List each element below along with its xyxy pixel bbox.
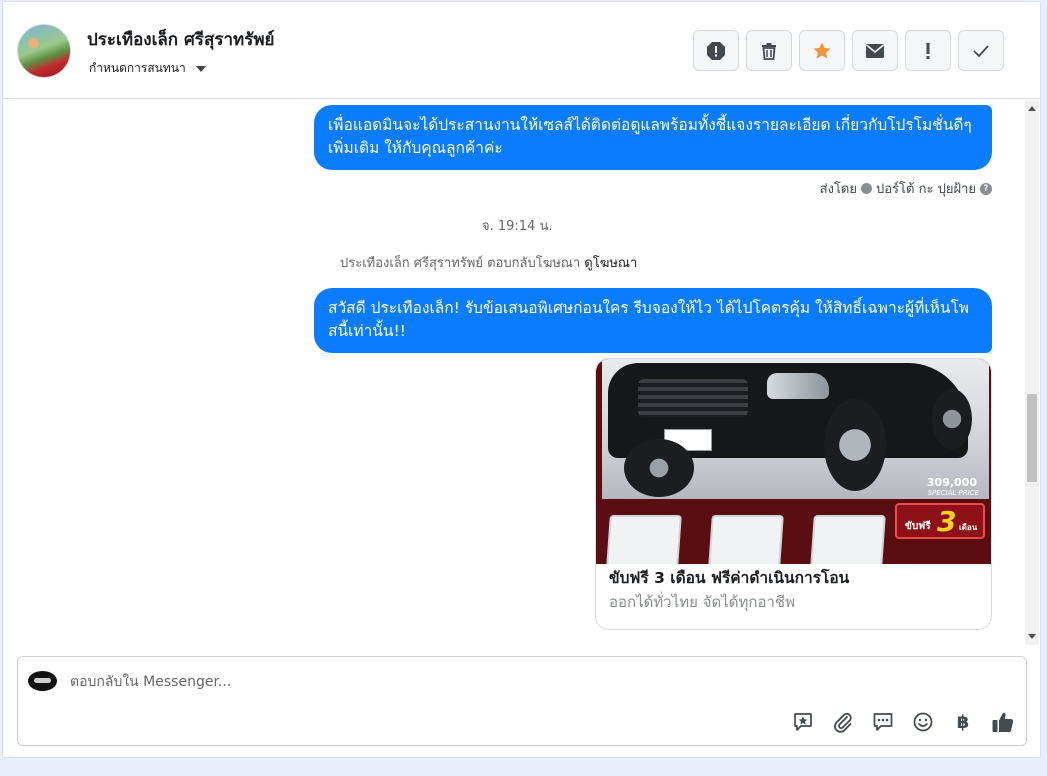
help-icon[interactable]: ?: [980, 182, 992, 195]
sent-by-info: ส่งโดย ปอร์โต้ กะ ปุยฝ้าย ?: [820, 178, 992, 199]
sent-by-prefix: ส่งโดย: [819, 182, 857, 197]
emoji-button[interactable]: [910, 709, 936, 735]
ad-promo-badge: ขับฟรี 3 เดือน: [895, 503, 985, 539]
follow-up-button[interactable]: [905, 30, 951, 71]
sent-by-name: ปอร์โต้ กะ ปุยฝ้าย: [876, 182, 976, 197]
message-timestamp: จ. 19:14 น.: [482, 219, 553, 234]
ad-reply-note: ประเทืองเล็ก ศรีสุราทรัพย์ ตอบกลับโฆษณาด…: [340, 252, 637, 273]
scroll-up-arrow-icon[interactable]: [1028, 106, 1036, 111]
conversation-header: ประเทืองเล็ก ศรีสุราทรัพย์ กำหนดการสนทนา: [3, 2, 1040, 99]
caret-down-icon: [195, 65, 206, 72]
baht-payment-icon: ฿: [956, 711, 970, 733]
report-icon: [707, 41, 725, 60]
ad-reply-text: ประเทืองเล็ก ศรีสุราทรัพย์ ตอบกลับโฆษณา: [340, 256, 581, 271]
ad-image: 309,000 SPECIAL PRICE ขับฟรี 3 เดือน: [596, 359, 991, 564]
label-button-text: กำหนดการสนทนา: [89, 61, 186, 75]
ad-subtitle: ออกได้ทั่วไทย จัดได้ทุกอาชีพ: [609, 593, 795, 611]
trash-icon: [762, 42, 776, 60]
reply-input[interactable]: [70, 671, 970, 693]
like-button[interactable]: [990, 709, 1016, 735]
envelope-icon: [865, 43, 885, 58]
scroll-down-arrow-icon[interactable]: [1028, 634, 1036, 639]
truck-photo: 309,000 SPECIAL PRICE: [602, 359, 989, 499]
message-thread: เพื่อแอดมินจะได้ประสานงานให้เซลส์ได้ติดต…: [3, 100, 1025, 645]
thumbs-up-icon: [992, 712, 1014, 732]
mark-done-button[interactable]: [958, 30, 1004, 71]
emoji-icon: [913, 712, 933, 732]
ad-price-caption: SPECIAL PRICE: [927, 489, 979, 497]
report-spam-button[interactable]: [693, 30, 739, 71]
delete-button[interactable]: [746, 30, 792, 71]
conversation-panel: ประเทืองเล็ก ศรีสุราทรัพย์ กำหนดการสนทนา: [2, 1, 1041, 758]
quick-reply-button[interactable]: [870, 709, 896, 735]
reply-composer: ฿: [17, 656, 1027, 746]
thread-scrollbar[interactable]: [1025, 100, 1039, 645]
exclamation-icon: [926, 42, 930, 59]
view-ad-link[interactable]: ดูโฆษณา: [584, 256, 637, 271]
promo-suffix: เดือน: [959, 523, 978, 532]
ad-title: ขับฟรี 3 เดือน ฟรีค่าดำเนินการโอน: [609, 569, 850, 587]
verified-agent-icon: [861, 183, 872, 194]
mark-unread-button[interactable]: [852, 30, 898, 71]
outgoing-message[interactable]: สวัสดี ประเทืองเล็ก! รับข้อเสนอพิเศษก่อน…: [314, 288, 992, 353]
promo-number: 3: [937, 505, 957, 538]
header-actions: [693, 30, 1004, 71]
composer-tools: ฿: [790, 709, 1016, 735]
star-icon: [813, 42, 831, 58]
attach-button[interactable]: [830, 709, 856, 735]
ad-preview-card[interactable]: 309,000 SPECIAL PRICE ขับฟรี 3 เดือน ขับ…: [595, 358, 992, 630]
page-logo-avatar: [28, 671, 57, 691]
checkmark-icon: [973, 44, 989, 57]
saved-reply-icon: [794, 713, 812, 731]
ad-price: 309,000: [926, 476, 977, 489]
contact-avatar[interactable]: [17, 24, 71, 78]
chat-bubble-icon: [873, 713, 893, 731]
outgoing-message[interactable]: เพื่อแอดมินจะได้ประสานงานให้เซลส์ได้ติดต…: [314, 105, 992, 170]
conversation-label-dropdown[interactable]: กำหนดการสนทนา: [89, 59, 206, 78]
promo-prefix: ขับฟรี: [905, 521, 931, 532]
attachment-icon: [834, 712, 852, 733]
saved-reply-button[interactable]: [790, 709, 816, 735]
payment-button[interactable]: ฿: [950, 709, 976, 735]
star-button[interactable]: [799, 30, 845, 71]
scrollbar-thumb[interactable]: [1027, 394, 1037, 482]
contact-name[interactable]: ประเทืองเล็ก ศรีสุราทรัพย์: [87, 26, 275, 53]
